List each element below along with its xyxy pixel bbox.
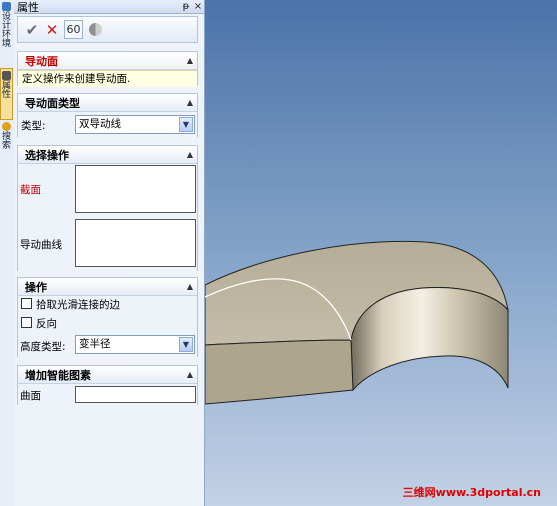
pin-icon[interactable]: ᵽ bbox=[180, 1, 192, 13]
guide-message: 定义操作来创建导动面. bbox=[18, 70, 197, 87]
property-panel: 属性 ᵽ × ✔ ✕ 60 导动面 ▲ 定义操作来创建导动面. 导动面类型 ▲ … bbox=[14, 0, 205, 506]
guide-section-title: 导动面 bbox=[25, 54, 58, 68]
cancel-button[interactable]: ✕ bbox=[44, 21, 60, 39]
tab-design-environment[interactable]: 设计环境 bbox=[0, 0, 13, 68]
properties-icon bbox=[2, 71, 11, 80]
pick-tangent-checkbox[interactable] bbox=[21, 298, 32, 309]
collapse-icon[interactable]: ▲ bbox=[183, 56, 197, 65]
3d-viewport[interactable]: 三维网www.3dportal.cn bbox=[205, 0, 557, 506]
preview-button[interactable]: 60 bbox=[64, 20, 83, 39]
design-icon bbox=[2, 2, 11, 11]
pick-tangent-label: 拾取光滑连接的边 bbox=[36, 299, 120, 311]
collapse-icon[interactable]: ▲ bbox=[183, 282, 197, 291]
reverse-checkbox[interactable] bbox=[21, 317, 32, 328]
surface-field[interactable] bbox=[75, 386, 196, 403]
type-select-value: 双导动线 bbox=[79, 118, 121, 130]
guide-type-section: 导动面类型 ▲ 类型: 双导动线 ▼ bbox=[17, 93, 198, 137]
surface-label: 曲面 bbox=[20, 390, 41, 402]
tab-properties[interactable]: 属性 bbox=[0, 68, 13, 120]
chevron-down-icon[interactable]: ▼ bbox=[179, 337, 193, 352]
height-type-value: 变半径 bbox=[79, 338, 111, 350]
vertical-tab-strip: 设计环境 属性 搜索 bbox=[0, 0, 15, 506]
tab-design-label: 设计环境 bbox=[1, 12, 11, 49]
operation-section: 操作 ▲ 拾取光滑连接的边 反向 高度类型: 变半径 ▼ bbox=[17, 277, 198, 357]
guide-curve-label: 导动曲线 bbox=[20, 239, 62, 251]
panel-header: 属性 ᵽ × bbox=[14, 0, 204, 14]
half-circle-icon bbox=[88, 23, 102, 36]
guide-type-title: 导动面类型 bbox=[25, 96, 80, 110]
command-toolbar: ✔ ✕ 60 bbox=[17, 16, 198, 43]
chevron-down-icon[interactable]: ▼ bbox=[179, 117, 193, 132]
watermark: 三维网www.3dportal.cn bbox=[402, 486, 541, 499]
half-circle-button[interactable] bbox=[87, 22, 103, 38]
collapse-icon[interactable]: ▲ bbox=[183, 370, 197, 379]
guide-section-header[interactable]: 导动面 ▲ bbox=[18, 52, 197, 70]
operation-header[interactable]: 操作 ▲ bbox=[18, 278, 197, 296]
smart-element-section: 增加智能图素 ▲ 曲面 bbox=[17, 365, 198, 405]
type-label: 类型: bbox=[21, 120, 46, 132]
section-profile-label: 截面 bbox=[20, 184, 41, 196]
guide-type-header[interactable]: 导动面类型 ▲ bbox=[18, 94, 197, 112]
height-type-select[interactable]: 变半径 ▼ bbox=[75, 335, 195, 354]
collapse-icon[interactable]: ▲ bbox=[183, 150, 197, 159]
collapse-icon[interactable]: ▲ bbox=[183, 98, 197, 107]
operation-title: 操作 bbox=[25, 280, 47, 294]
smart-element-header[interactable]: 增加智能图素 ▲ bbox=[18, 366, 197, 384]
guide-surface-section: 导动面 ▲ 定义操作来创建导动面. bbox=[17, 51, 198, 87]
panel-title: 属性 bbox=[17, 0, 39, 14]
tab-properties-label: 属性 bbox=[1, 81, 11, 100]
guide-curve-field[interactable] bbox=[75, 219, 196, 267]
tab-search-label: 搜索 bbox=[1, 132, 11, 151]
select-operation-title: 选择操作 bbox=[25, 148, 69, 162]
height-type-label: 高度类型: bbox=[20, 341, 66, 353]
smart-element-title: 增加智能图素 bbox=[25, 368, 91, 382]
search-icon bbox=[2, 122, 11, 131]
close-icon[interactable]: × bbox=[192, 1, 204, 13]
reverse-label: 反向 bbox=[36, 318, 57, 330]
type-select[interactable]: 双导动线 ▼ bbox=[75, 115, 195, 134]
tab-search[interactable]: 搜索 bbox=[0, 120, 13, 164]
viewport-canvas bbox=[205, 0, 557, 506]
section-profile-field[interactable] bbox=[75, 165, 196, 213]
select-operation-section: 选择操作 ▲ 截面 导动曲线 bbox=[17, 145, 198, 271]
ok-button[interactable]: ✔ bbox=[24, 21, 40, 39]
select-operation-header[interactable]: 选择操作 ▲ bbox=[18, 146, 197, 164]
